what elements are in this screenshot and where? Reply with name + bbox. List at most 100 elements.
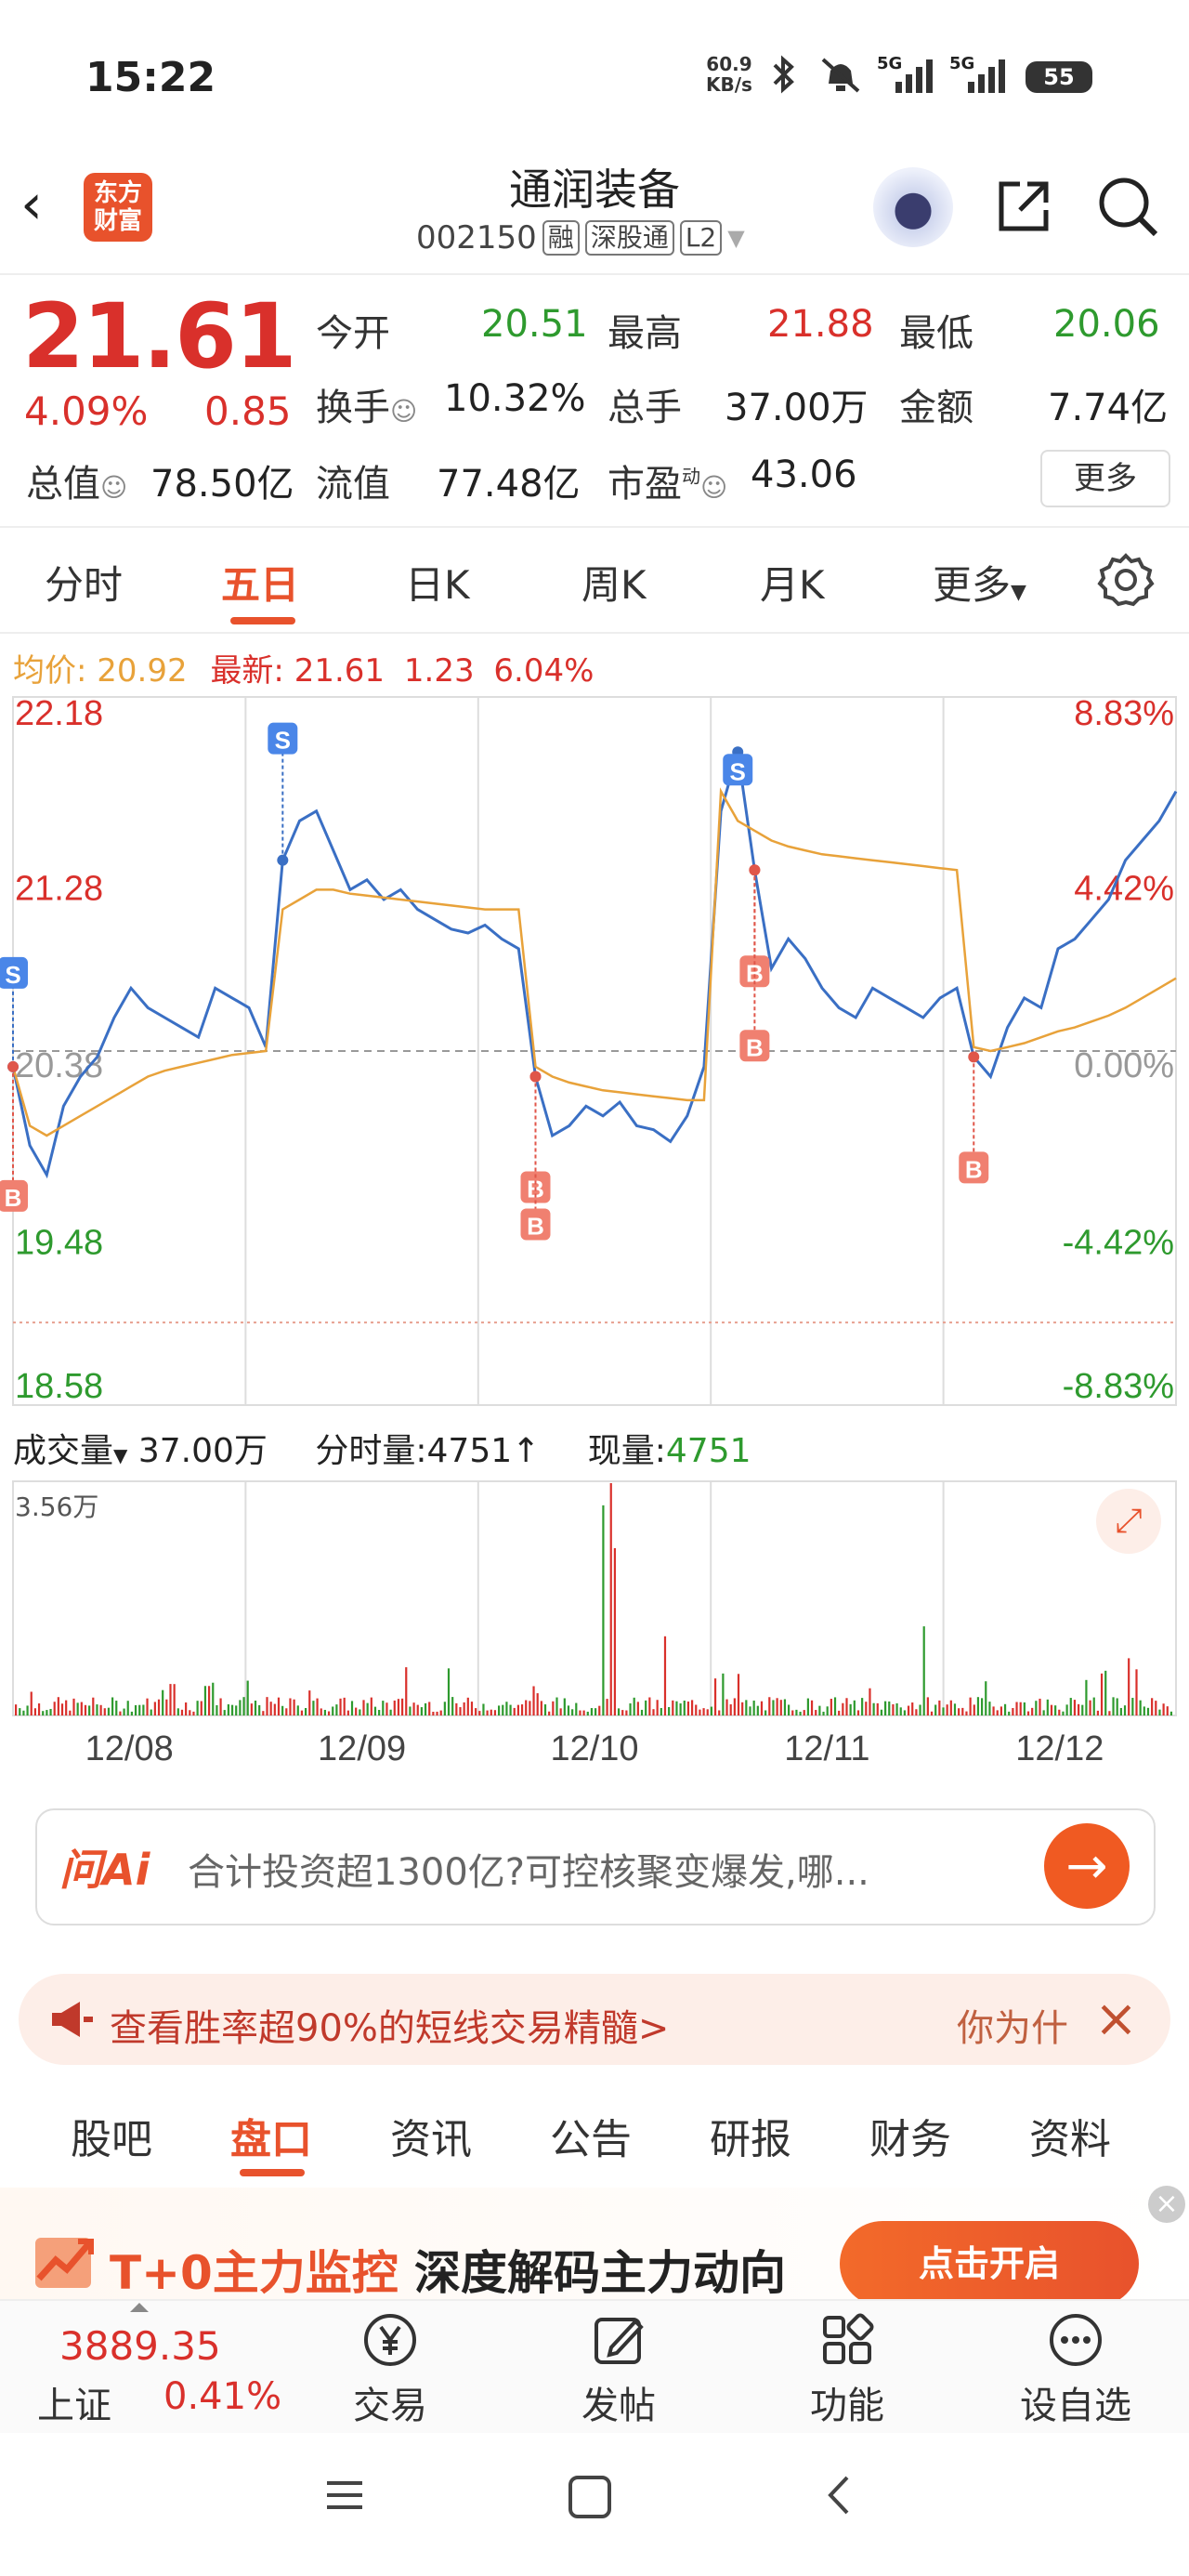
volume-select[interactable]: 成交量▼ xyxy=(13,1432,127,1470)
volume-bar xyxy=(1135,1669,1138,1715)
gear-icon[interactable] xyxy=(1096,550,1156,610)
volume-bar xyxy=(439,1710,442,1715)
volume-bar xyxy=(833,1697,837,1715)
volume-bar xyxy=(200,1701,203,1715)
total-value-label: 总值☺ xyxy=(26,453,127,507)
volume-bar xyxy=(559,1708,562,1715)
search-icon[interactable] xyxy=(1094,173,1161,240)
bluetooth-icon xyxy=(773,55,794,94)
volume-bar xyxy=(192,1711,195,1715)
volume-bar xyxy=(370,1697,372,1715)
expand-icon[interactable]: ⤢ xyxy=(1096,1489,1161,1554)
volume-bar xyxy=(300,1710,304,1715)
volume-bar xyxy=(555,1697,558,1715)
tab-forum[interactable]: 股吧 xyxy=(71,2106,152,2165)
volume-bar xyxy=(1023,1702,1026,1715)
five-day-chart[interactable]: 22.18 8.83% 21.28 4.42% 20.38 0.00% 19.48 -4.42… xyxy=(0,690,1189,1786)
battery-indicator: 55 xyxy=(1026,61,1092,93)
info-icon-3: ☺ xyxy=(700,472,728,503)
stock-code-row[interactable]: 002150 融 深股通 L2 ▼ xyxy=(416,219,745,256)
index-pct[interactable]: 0.41% xyxy=(163,2375,281,2418)
volume-bar xyxy=(169,1684,172,1715)
banner-open-button[interactable]: 点击开启 xyxy=(840,2221,1139,2307)
chart-svg: 22.18 8.83%21.28 4.42%20.38 0.00%19.48 -4.42… xyxy=(0,694,1178,1768)
back-nav-icon[interactable] xyxy=(817,2472,864,2518)
tab-more-label: 更多 xyxy=(933,562,1012,608)
status-time: 15:22 xyxy=(85,54,216,101)
menu-icon[interactable] xyxy=(321,2472,368,2518)
volume-bar xyxy=(540,1701,542,1715)
ai-prompt-text[interactable]: 合计投资超1300亿?可控核聚变爆发,哪... xyxy=(188,1842,1024,1896)
tab-profile[interactable]: 资料 xyxy=(1029,2106,1111,2165)
volume-bar xyxy=(346,1710,349,1715)
index-name[interactable]: 上证 xyxy=(37,2375,111,2429)
volume-bar xyxy=(699,1709,701,1715)
volume-bar xyxy=(571,1709,574,1715)
tab-daily-k[interactable]: 日K xyxy=(405,554,470,611)
volume-bar xyxy=(532,1686,535,1715)
share-icon[interactable] xyxy=(994,177,1053,236)
tab-weekly-k[interactable]: 周K xyxy=(581,554,647,611)
volume-bar xyxy=(1042,1710,1045,1715)
volume-bar xyxy=(1019,1702,1022,1715)
volume-bar xyxy=(1100,1673,1104,1715)
tab-more[interactable]: 更多▼ xyxy=(933,554,1026,611)
pct-tick-label: -4.42% xyxy=(1063,1224,1174,1263)
tab-announcements[interactable]: 公告 xyxy=(550,2106,632,2165)
nav-watchlist[interactable]: 设自选 xyxy=(1001,2310,1150,2429)
volume-bar xyxy=(686,1702,690,1715)
trade-marker-dot xyxy=(7,1060,19,1072)
banner-close-icon[interactable]: × xyxy=(1148,2186,1185,2223)
volume-bar xyxy=(96,1704,98,1715)
arrow-right-icon[interactable]: → xyxy=(1044,1823,1130,1909)
index-value[interactable]: 3889.35 xyxy=(59,2323,221,2369)
volume-bar xyxy=(505,1702,508,1715)
volume-bar xyxy=(930,1711,934,1715)
tab-finance[interactable]: 财务 xyxy=(869,2106,951,2165)
sell-marker-label: S xyxy=(5,961,20,989)
home-icon[interactable] xyxy=(565,2472,615,2522)
volume-bar xyxy=(845,1698,848,1715)
volume-bar xyxy=(1085,1679,1088,1715)
robot-avatar-icon[interactable] xyxy=(873,167,953,247)
volume-bar xyxy=(965,1711,968,1715)
volume-bar xyxy=(621,1710,624,1715)
latest-pct: 6.04% xyxy=(493,652,594,690)
volume-bar xyxy=(838,1710,841,1715)
total-value-label-text: 总值 xyxy=(26,463,100,506)
yen-circle-icon xyxy=(364,2314,416,2366)
nav-watchlist-label: 设自选 xyxy=(1020,2385,1131,2427)
promo-text[interactable]: 查看胜率超90%的短线交易精髓> xyxy=(110,1998,669,2052)
volume-bar xyxy=(702,1708,705,1715)
megaphone-icon xyxy=(52,2002,93,2037)
volume-panel-frame xyxy=(12,1480,1177,1716)
volume-bar xyxy=(60,1703,64,1715)
volume-bar xyxy=(656,1700,659,1715)
tab-five-day[interactable]: 五日 xyxy=(221,554,299,611)
nav-functions[interactable]: 功能 xyxy=(773,2310,921,2429)
price-tick-label: 21.28 xyxy=(15,870,103,909)
volume-bar xyxy=(359,1709,361,1715)
tab-news[interactable]: 资讯 xyxy=(390,2106,472,2165)
volume-bar xyxy=(436,1711,438,1715)
tab-research[interactable]: 研报 xyxy=(710,2106,791,2165)
nav-post[interactable]: 发帖 xyxy=(544,2310,693,2429)
volume-bar xyxy=(745,1700,748,1715)
tag-connect: 深股通 xyxy=(584,220,674,256)
tab-orderbook[interactable]: 盘口 xyxy=(230,2106,312,2165)
nav-trade[interactable]: 交易 xyxy=(316,2310,464,2429)
volume-bar xyxy=(366,1702,369,1715)
more-button[interactable]: 更多 xyxy=(1040,450,1170,507)
now-volume-label: 现量: xyxy=(587,1432,666,1470)
trend-chart-icon xyxy=(35,2238,94,2288)
tab-intraday[interactable]: 分时 xyxy=(45,554,123,611)
volume-bar xyxy=(660,1708,662,1715)
volume-bar xyxy=(529,1701,531,1715)
volume-bar xyxy=(683,1700,686,1715)
sell-marker-label: S xyxy=(730,757,746,785)
close-icon[interactable]: × xyxy=(1094,1989,1138,2049)
volume-bar xyxy=(582,1710,585,1715)
volume-bar xyxy=(150,1709,152,1715)
tab-monthly-k[interactable]: 月K xyxy=(760,554,825,611)
low-label: 最低 xyxy=(899,312,973,355)
